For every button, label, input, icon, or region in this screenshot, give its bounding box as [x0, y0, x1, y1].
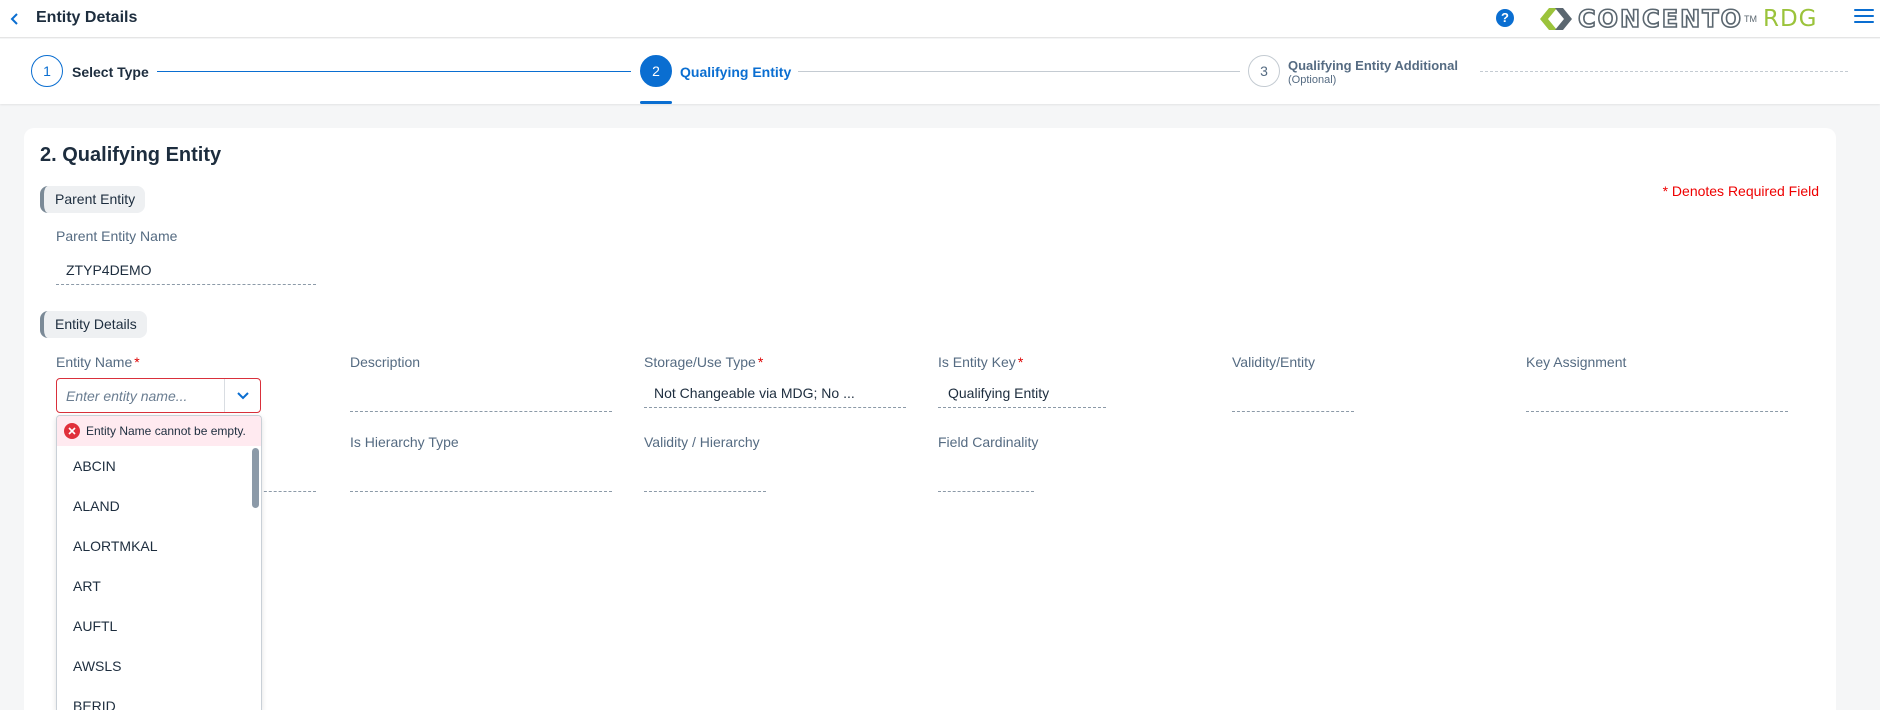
list-item[interactable]: ABCIN: [57, 446, 252, 486]
logo-text: CONCENTO: [1577, 4, 1743, 34]
storage-use-type-label: Storage/Use Type *: [644, 354, 764, 370]
step-2-active-indicator: [640, 101, 672, 104]
is-entity-key-value[interactable]: Qualifying Entity: [938, 378, 1106, 408]
list-item[interactable]: AWSLS: [57, 646, 252, 686]
entity-details-group-label: Entity Details: [40, 311, 147, 338]
back-button[interactable]: [4, 8, 26, 30]
step-3-label[interactable]: Qualifying Entity Additional: [1288, 58, 1458, 73]
validity-hierarchy-label: Validity / Hierarchy: [644, 434, 760, 450]
description-label: Description: [350, 354, 421, 370]
required-field-note: * Denotes Required Field: [1662, 183, 1819, 199]
description-field[interactable]: [350, 382, 612, 412]
field-cardinality-field[interactable]: [938, 462, 1034, 492]
logo-rdg-text: RDG: [1762, 6, 1818, 32]
step-2-label[interactable]: Qualifying Entity: [680, 64, 791, 80]
hamburger-menu-icon[interactable]: [1854, 9, 1874, 27]
field-cardinality-label: Field Cardinality: [938, 434, 1039, 450]
list-item[interactable]: AUFTL: [57, 606, 252, 646]
step-3-circle[interactable]: 3: [1248, 55, 1280, 87]
validity-entity-label: Validity/Entity: [1232, 354, 1315, 370]
is-hierarchy-type-label: Is Hierarchy Type: [350, 434, 459, 450]
step-1-circle[interactable]: 1: [31, 55, 63, 87]
section-title: 2. Qualifying Entity: [40, 144, 222, 166]
storage-use-type-value[interactable]: Not Changeable via MDG; No ...: [644, 378, 906, 408]
chevron-down-icon: [236, 391, 249, 399]
dropdown-scrollbar[interactable]: [252, 448, 259, 508]
entity-name-label: Entity Name *: [56, 354, 140, 370]
entity-name-dropdown-button[interactable]: [225, 379, 260, 412]
step-2-connector: [798, 71, 1240, 72]
parent-entity-name-label: Parent Entity Name: [56, 228, 178, 244]
key-assignment-field[interactable]: [1526, 382, 1788, 412]
is-hierarchy-type-field[interactable]: [350, 462, 612, 492]
list-item[interactable]: BERID: [57, 686, 252, 710]
step-2-circle[interactable]: 2: [640, 55, 672, 87]
list-item[interactable]: ART: [57, 566, 252, 606]
concento-logo: CONCENTO TM RDG: [1538, 4, 1817, 34]
validity-hierarchy-field[interactable]: [644, 462, 766, 492]
entity-name-input[interactable]: [58, 380, 221, 411]
entity-name-combobox[interactable]: [56, 378, 261, 413]
logo-mark-icon: [1540, 8, 1572, 30]
list-item[interactable]: ALAND: [57, 486, 252, 526]
qualifying-entity-card: [24, 128, 1836, 710]
step-1-connector: [157, 71, 631, 72]
page-title: Entity Details: [36, 9, 138, 26]
step-1-label[interactable]: Select Type: [72, 64, 149, 80]
entity-name-error-message: Entity Name cannot be empty.: [57, 416, 261, 446]
parent-entity-name-value: ZTYP4DEMO: [56, 255, 316, 285]
logo-tm: TM: [1743, 14, 1757, 24]
list-item[interactable]: ALORTMKAL: [57, 526, 252, 566]
step-3-sublabel: (Optional): [1288, 74, 1337, 86]
app-header: Entity Details ? CONCENTO TM RDG: [0, 0, 1880, 38]
error-text: Entity Name cannot be empty.: [86, 424, 246, 438]
entity-name-dropdown-list[interactable]: Entity Name cannot be empty. ABCIN ALAND…: [56, 415, 262, 710]
help-icon[interactable]: ?: [1496, 9, 1514, 27]
parent-entity-group-label: Parent Entity: [40, 186, 146, 213]
chevron-left-icon: [10, 13, 18, 25]
step-3-connector: [1480, 71, 1848, 72]
is-entity-key-label: Is Entity Key *: [938, 354, 1024, 370]
wizard-progress-bar: 1 Select Type 2 Qualifying Entity 3 Qual…: [0, 39, 1880, 104]
key-assignment-label: Key Assignment: [1526, 354, 1627, 370]
error-icon: [64, 423, 80, 439]
validity-entity-field[interactable]: [1232, 382, 1354, 412]
